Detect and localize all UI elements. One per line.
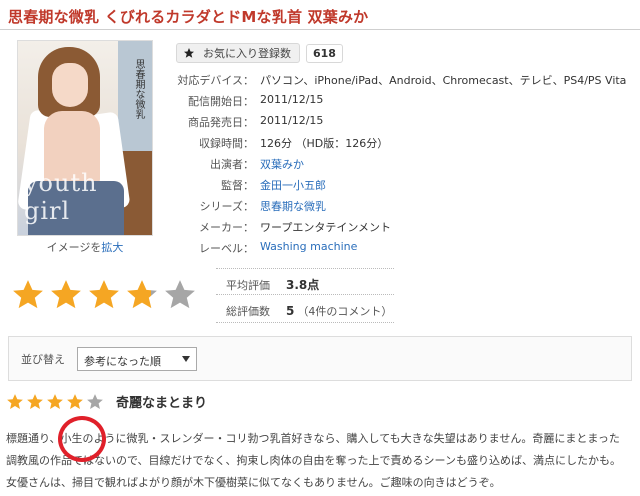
rating-divider xyxy=(216,322,394,323)
info-label: メーカー： xyxy=(199,221,254,234)
performer-link[interactable]: 双葉みか xyxy=(260,156,304,172)
title-bar: 思春期な微乳 くびれるカラダとドMな乳首 双葉みか xyxy=(0,0,640,30)
review-star-icon xyxy=(47,393,63,409)
favorite-button[interactable]: お気に入り登録数 xyxy=(176,43,300,63)
info-label: レーベル： xyxy=(199,242,254,255)
comment-count: （4件のコメント） xyxy=(297,305,393,318)
sort-select[interactable]: 参考になった順 xyxy=(77,347,197,371)
favorite-label: お気に入り登録数 xyxy=(203,47,291,60)
rating-star-icon xyxy=(127,280,157,309)
info-label: 収録時間： xyxy=(199,137,254,150)
cover-overlay-text: youth girl xyxy=(24,169,98,225)
label-link[interactable]: Washing machine xyxy=(260,240,357,253)
cover-caption-prefix: イメージを xyxy=(46,241,102,254)
chevron-down-icon xyxy=(182,356,190,362)
info-value: ワープエンタテインメント xyxy=(260,221,392,234)
info-label: 商品発売日： xyxy=(188,116,254,129)
info-label: 出演者： xyxy=(210,158,254,171)
review-star-icon xyxy=(7,393,23,409)
review-line: 調教風の作品ではないので、目線だけでなく、拘束し肉体の自由を奪った上で責めるシー… xyxy=(6,454,622,467)
average-rating-row: 平均評価 3.8点 xyxy=(226,276,319,293)
info-value: 2011/12/15 xyxy=(260,93,324,106)
cover-face xyxy=(52,63,88,107)
enlarge-image-link[interactable]: 拡大 xyxy=(101,241,123,254)
favorite-widget: お気に入り登録数 618 xyxy=(176,43,343,63)
review-header: 奇麗なまとまり xyxy=(6,392,207,411)
info-value: 126分 （HD版：126分） xyxy=(260,137,389,150)
cover-vertical-title: 思春期な微乳 xyxy=(133,59,144,119)
director-link[interactable]: 金田一小五郎 xyxy=(260,177,326,193)
average-rating-label: 平均評価 xyxy=(226,278,270,292)
average-rating-value: 3.8点 xyxy=(286,278,320,292)
sort-label: 並び替え xyxy=(21,353,65,366)
sort-bar: 並び替え 参考になった順 xyxy=(8,336,632,381)
info-value: パソコン、iPhone/iPad、Android、Chromecast、テレビ、… xyxy=(260,74,627,87)
review-rating-stars xyxy=(6,393,106,411)
star-icon xyxy=(184,48,194,58)
annotation-circle xyxy=(58,416,106,462)
total-rating-row: 総評価数 5 （4件のコメント） xyxy=(226,303,392,319)
total-rating-label: 総評価数 xyxy=(226,305,270,318)
rating-star-icon xyxy=(13,280,43,309)
cover-image[interactable]: youth girl 思春期な微乳 xyxy=(17,40,153,236)
review-star-icon xyxy=(87,393,103,409)
rating-star-icon xyxy=(165,280,195,309)
sort-selected-value: 参考になった順 xyxy=(84,355,161,368)
rating-star-icon xyxy=(89,280,119,309)
review-star-icon xyxy=(27,393,43,409)
cover-caption: イメージを拡大 xyxy=(17,239,153,255)
page-title: 思春期な微乳 くびれるカラダとドMな乳首 双葉みか xyxy=(8,8,369,26)
rating-divider xyxy=(216,268,394,269)
review-line: 女優さんは、掃目で観ればよがり顔が木下優樹菜に似てなくもありません。ご趣味の向き… xyxy=(6,476,501,489)
total-rating-value: 5 xyxy=(286,304,295,318)
rating-star-icon xyxy=(51,280,81,309)
info-label: 監督： xyxy=(221,179,254,192)
review-star-icon xyxy=(67,393,83,409)
average-rating-stars xyxy=(11,278,197,312)
series-link[interactable]: 思春期な微乳 xyxy=(260,198,326,214)
info-label: 対応デバイス： xyxy=(177,74,254,87)
info-label: シリーズ： xyxy=(199,200,254,213)
favorite-count: 618 xyxy=(306,43,343,63)
info-label: 配信開始日： xyxy=(188,95,254,108)
review-title: 奇麗なまとまり xyxy=(116,396,208,411)
rating-divider xyxy=(216,294,394,295)
info-value: 2011/12/15 xyxy=(260,114,324,127)
